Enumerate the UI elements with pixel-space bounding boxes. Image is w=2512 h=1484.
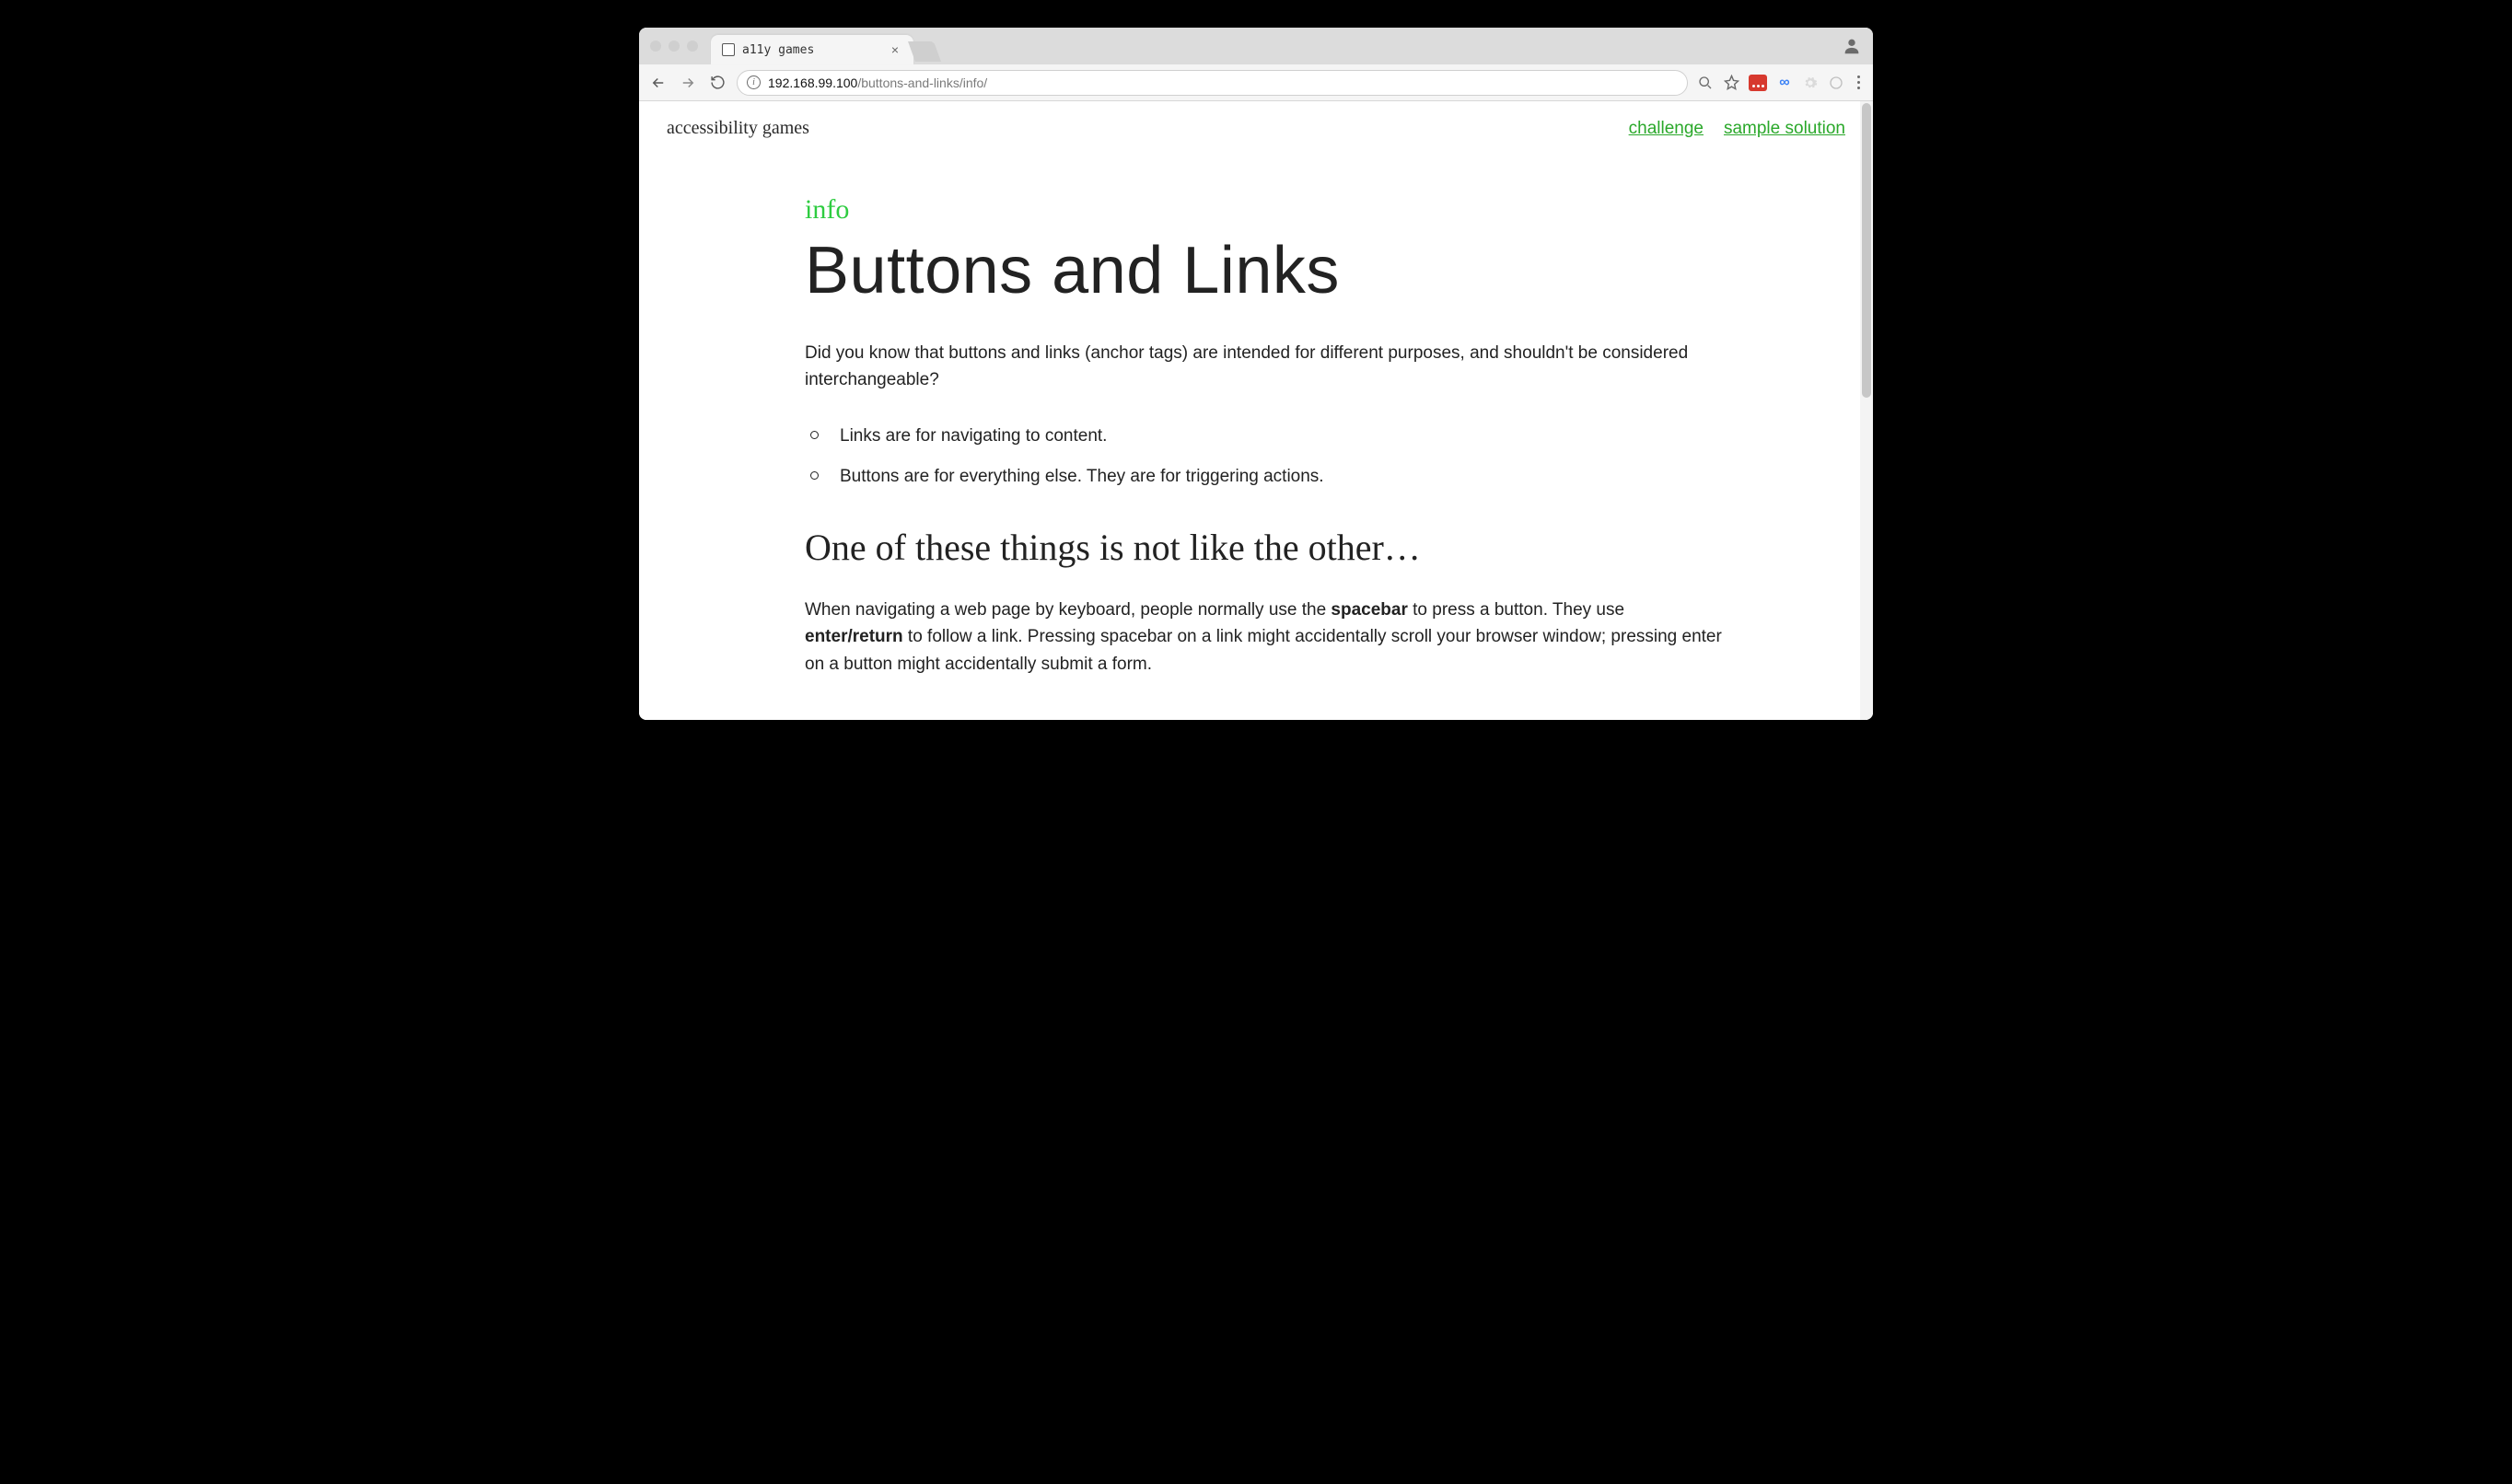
profile-icon[interactable] <box>1842 36 1862 56</box>
nav-link-challenge[interactable]: challenge <box>1629 119 1704 139</box>
url-path: /buttons-and-links/info/ <box>857 75 987 90</box>
article-title: Buttons and Links <box>805 233 1726 308</box>
tab-close-button[interactable]: × <box>888 41 902 59</box>
article-intro: Did you know that buttons and links (anc… <box>805 340 1726 394</box>
bold-text: enter/return <box>805 627 903 646</box>
extension-lastpass-icon[interactable] <box>1749 75 1767 91</box>
window-zoom-icon[interactable] <box>687 41 698 52</box>
bold-text: spacebar <box>1331 600 1407 620</box>
bullet-list: Links are for navigating to content. But… <box>808 416 1726 498</box>
window-close-icon[interactable] <box>650 41 661 52</box>
top-nav: challenge sample solution <box>1629 119 1845 139</box>
text-span: When navigating a web page by keyboard, … <box>805 600 1331 620</box>
article-subheading: One of these things is not like the othe… <box>805 526 1726 569</box>
extension-circle-icon[interactable] <box>1828 75 1844 91</box>
site-brand[interactable]: accessibility games <box>667 118 809 139</box>
list-item: Links are for navigating to content. <box>808 416 1726 458</box>
site-info-icon[interactable]: i <box>747 75 761 89</box>
browser-toolbar: i 192.168.99.100/buttons-and-links/info/… <box>639 64 1873 101</box>
forward-button[interactable] <box>678 73 698 93</box>
page-header: accessibility games challenge sample sol… <box>667 118 1845 139</box>
article-kicker: info <box>805 194 1726 226</box>
zoom-icon[interactable] <box>1697 75 1714 91</box>
window-controls <box>650 41 698 52</box>
nav-link-sample-solution[interactable]: sample solution <box>1724 119 1845 139</box>
favicon-icon <box>722 43 735 56</box>
article-paragraph: When navigating a web page by keyboard, … <box>805 597 1726 678</box>
tab-title: a11y games <box>742 43 880 57</box>
browser-menu-button[interactable] <box>1854 75 1864 89</box>
text-span: to follow a link. Pressing spacebar on a… <box>805 627 1722 673</box>
scrollbar[interactable] <box>1860 101 1873 720</box>
article: info Buttons and Links Did you know that… <box>805 194 1726 678</box>
page: accessibility games challenge sample sol… <box>639 101 1873 720</box>
extension-settings-icon[interactable] <box>1802 75 1819 91</box>
extension-infinity-icon[interactable]: ∞ <box>1776 75 1793 91</box>
text-span: to press a button. They use <box>1408 600 1624 620</box>
browser-window: a11y games × i 192.168.99.100/buttons-an… <box>639 28 1873 720</box>
bookmark-star-icon[interactable] <box>1723 75 1739 91</box>
viewport: accessibility games challenge sample sol… <box>639 101 1873 720</box>
window-minimize-icon[interactable] <box>669 41 680 52</box>
url-host: 192.168.99.100 <box>768 75 857 90</box>
tab-strip: a11y games × <box>639 28 1873 64</box>
back-button[interactable] <box>648 73 669 93</box>
toolbar-actions: ∞ <box>1697 75 1864 91</box>
browser-tab[interactable]: a11y games × <box>711 35 913 64</box>
reload-button[interactable] <box>707 73 727 93</box>
list-item: Buttons are for everything else. They ar… <box>808 457 1726 498</box>
scrollbar-thumb[interactable] <box>1862 103 1871 398</box>
address-bar[interactable]: i 192.168.99.100/buttons-and-links/info/ <box>737 70 1688 96</box>
